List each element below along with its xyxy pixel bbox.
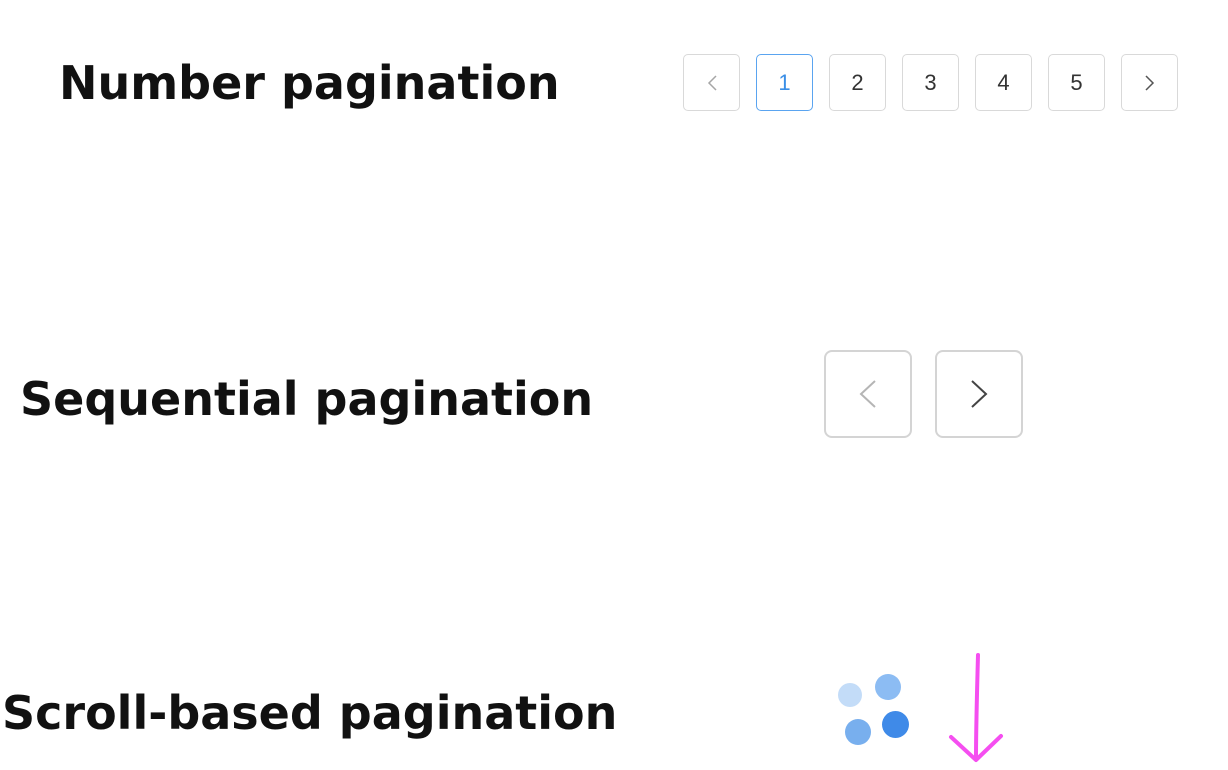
sequential-pagination-title: Sequential pagination xyxy=(20,372,594,426)
loader-dot xyxy=(875,674,901,700)
chevron-right-icon xyxy=(1143,73,1157,93)
arrow-down-icon xyxy=(946,652,1008,770)
page-button-3[interactable]: 3 xyxy=(902,54,959,111)
sequential-pagination xyxy=(824,350,1023,438)
number-pagination: 1 2 3 4 5 xyxy=(683,54,1178,111)
loader-dot xyxy=(838,683,862,707)
loading-dots-icon xyxy=(836,672,916,752)
next-button[interactable] xyxy=(935,350,1023,438)
previous-button[interactable] xyxy=(824,350,912,438)
page-button-1[interactable]: 1 xyxy=(756,54,813,111)
page-button-2[interactable]: 2 xyxy=(829,54,886,111)
chevron-left-icon xyxy=(705,73,719,93)
page-button-4[interactable]: 4 xyxy=(975,54,1032,111)
scroll-pagination-title: Scroll-based pagination xyxy=(2,686,618,740)
chevron-right-icon xyxy=(967,377,991,411)
next-page-button[interactable] xyxy=(1121,54,1178,111)
number-pagination-title: Number pagination xyxy=(59,56,560,110)
chevron-left-icon xyxy=(856,377,880,411)
page-button-5[interactable]: 5 xyxy=(1048,54,1105,111)
prev-page-button[interactable] xyxy=(683,54,740,111)
loader-dot xyxy=(845,719,871,745)
loader-dot xyxy=(882,711,909,738)
